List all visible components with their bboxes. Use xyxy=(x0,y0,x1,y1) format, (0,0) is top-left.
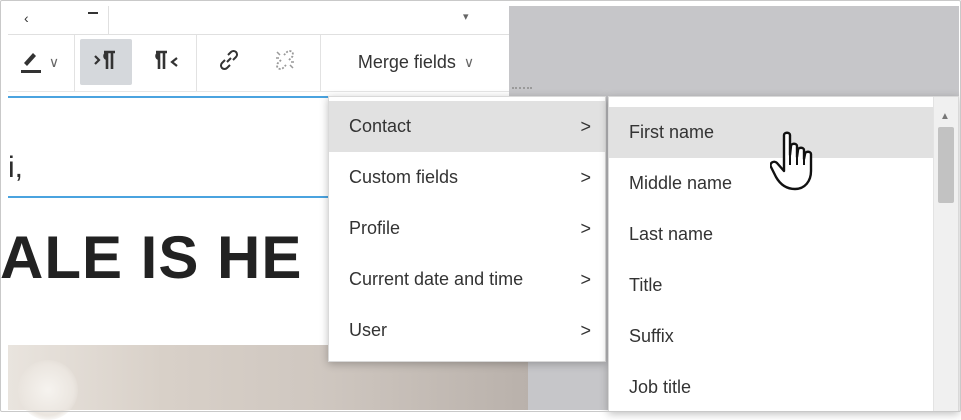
submenu-item-label: First name xyxy=(629,122,715,142)
hand-pointer-cursor-icon xyxy=(769,131,814,198)
toolbar-separator xyxy=(320,35,321,91)
chevron-right-icon: > xyxy=(580,218,591,238)
chevron-right-icon: > xyxy=(580,269,591,289)
submenu-item-label: Suffix xyxy=(629,326,674,346)
merge-fields-label: Merge fields xyxy=(357,51,456,72)
menu-item-custom-fields[interactable]: Custom fields > xyxy=(329,152,605,203)
submenu-item-label: Last name xyxy=(629,224,714,244)
link-button[interactable] xyxy=(204,39,254,85)
font-color-button[interactable]: ∨ xyxy=(12,39,68,85)
toolbar-top-dash xyxy=(88,12,98,14)
text-block-border-bottom xyxy=(8,196,334,198)
menu-item-label: Custom fields xyxy=(349,167,459,187)
chevron-right-icon: > xyxy=(580,320,591,340)
toolbar-top-glyph-icon[interactable]: ‹ xyxy=(24,10,29,26)
menu-item-user[interactable]: User > xyxy=(329,305,605,356)
rtl-paragraph-button[interactable] xyxy=(140,39,192,85)
chevron-down-icon: ∨ xyxy=(463,53,475,70)
submenu-scrollbar[interactable]: ▲ xyxy=(933,97,958,411)
background-image-lamp xyxy=(18,360,78,420)
ltr-paragraph-button[interactable] xyxy=(80,39,132,85)
menu-item-label: Contact xyxy=(349,116,412,136)
link-icon xyxy=(217,48,241,77)
submenu-item-label: Title xyxy=(629,275,663,295)
menu-item-label: User xyxy=(349,320,388,340)
chevron-right-icon: > xyxy=(580,116,591,136)
submenu-item-label: Job title xyxy=(629,377,692,397)
chevron-right-icon: > xyxy=(580,167,591,187)
submenu-item-suffix[interactable]: Suffix xyxy=(609,311,933,362)
toolbar-separator xyxy=(196,35,197,91)
text-block-border-top xyxy=(8,96,334,98)
unlink-icon xyxy=(273,48,297,77)
menu-item-contact[interactable]: Contact > xyxy=(329,101,605,152)
unlink-button[interactable] xyxy=(260,39,310,85)
merge-fields-menu: Contact > Custom fields > Profile > Curr… xyxy=(328,96,606,362)
font-color-icon xyxy=(20,49,41,75)
menu-item-label: Current date and time xyxy=(349,269,524,289)
submenu-item-label: Middle name xyxy=(629,173,733,193)
toolbar-separator xyxy=(74,35,75,91)
toolbar-overflow-dots xyxy=(512,87,532,89)
menu-item-profile[interactable]: Profile > xyxy=(329,203,605,254)
submenu-item-title[interactable]: Title xyxy=(609,260,933,311)
chevron-down-icon: ∨ xyxy=(48,53,60,70)
toolbar-top-separator xyxy=(108,6,109,34)
toolbar-top-row: ‹ ▾ xyxy=(8,6,509,35)
submenu-item-job-title[interactable]: Job title xyxy=(609,362,933,411)
greeting-text[interactable]: i, xyxy=(8,148,23,188)
ltr-paragraph-icon xyxy=(94,49,118,76)
menu-item-current-date-and-time[interactable]: Current date and time > xyxy=(329,254,605,305)
submenu-item-last-name[interactable]: Last name xyxy=(609,209,933,260)
scrollbar-thumb[interactable] xyxy=(938,127,954,203)
app-frame: ‹ ▾ ∨ Merge fields ∨ i, ALE IS HE Contac… xyxy=(0,0,961,420)
menu-item-label: Profile xyxy=(349,218,401,238)
scroll-up-arrow-icon[interactable]: ▲ xyxy=(940,111,950,122)
toolbar-top-dropdown-icon[interactable]: ▾ xyxy=(463,10,469,23)
merge-fields-button[interactable]: Merge fields ∨ xyxy=(328,39,504,85)
rtl-paragraph-icon xyxy=(153,49,179,76)
headline-text[interactable]: ALE IS HE xyxy=(0,228,330,288)
editor-toolbar: ∨ Merge fields ∨ xyxy=(8,35,509,92)
